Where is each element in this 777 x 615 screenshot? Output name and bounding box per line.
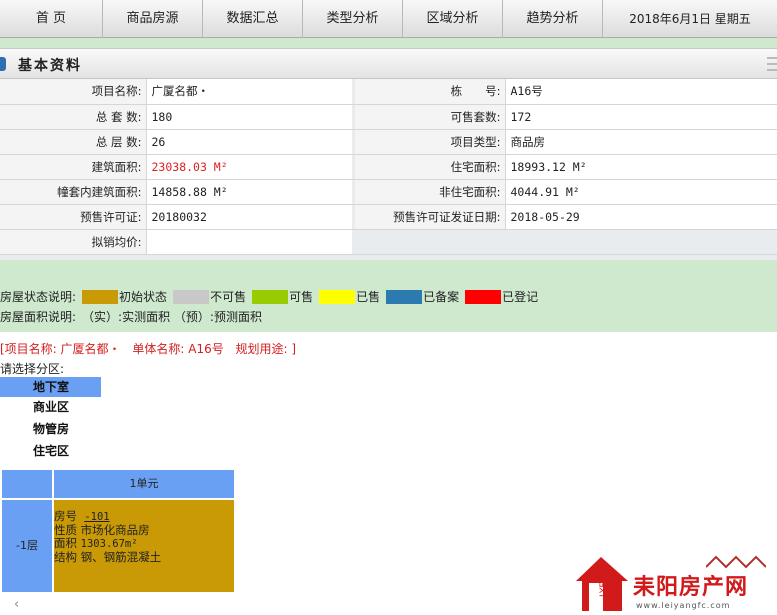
status-initial-label: 初始状态 xyxy=(119,290,168,304)
status-legend-label: 房屋状态说明: xyxy=(0,290,77,304)
building-area-label: 建筑面积: xyxy=(0,154,146,180)
project-type-value: 商品房 xyxy=(504,129,777,155)
collapse-handle-icon[interactable] xyxy=(767,57,777,71)
section-header: 基本资料 xyxy=(0,49,777,79)
watermark-title: 耒阳房产网 xyxy=(633,575,749,600)
status-swatch-initial xyxy=(82,289,119,304)
status-swatch-sold xyxy=(319,289,356,304)
floor-unit-grid: 1单元 -1层 房号 -101 性质 市场化商品房 面积 1303.67m² 结… xyxy=(2,470,234,592)
nav-type-analysis[interactable]: 类型分析 xyxy=(303,0,403,38)
total-units-value: 180 xyxy=(145,104,352,130)
status-filed-label: 已备案 xyxy=(423,290,460,304)
room-nature-label: 性质 xyxy=(54,523,77,537)
status-swatch-sellable xyxy=(252,289,289,304)
status-unsellable-label: 不可售 xyxy=(210,290,247,304)
section-icon xyxy=(0,57,6,71)
project-summary-line: [项目名称: 广厦名都・ 单体名称: A16号 规划用途: ] xyxy=(0,340,304,357)
residential-area-value: 18993.12 M² xyxy=(504,154,777,180)
section-title: 基本资料 xyxy=(18,58,82,74)
nav-listings[interactable]: 商品房源 xyxy=(103,0,203,38)
unit-name-text: 单体名称: A16号 xyxy=(132,342,224,356)
room-nature-value: 市场化商品房 xyxy=(80,523,150,537)
zone-basement[interactable]: 地下室 xyxy=(0,377,101,397)
table-row: 总 层 数: 26 项目类型: 商品房 xyxy=(0,129,777,155)
table-row: 拟销均价: xyxy=(0,229,777,255)
grid-corner xyxy=(2,470,52,498)
table-row: 预售许可证: 20180032 预售许可证发证日期: 2018-05-29 xyxy=(0,204,777,230)
area-legend: 房屋面积说明: （实）:实测面积 （预）:预测面积 xyxy=(0,308,262,325)
nav-summary[interactable]: 数据汇总 xyxy=(203,0,303,38)
room-struct-value: 钢、钢筋混凝土 xyxy=(80,550,162,564)
status-swatch-unsellable xyxy=(173,289,210,304)
permit-date-value: 2018-05-29 xyxy=(504,204,777,230)
status-swatch-filed xyxy=(386,289,423,304)
permit-date-label: 预售许可证发证日期: xyxy=(355,204,505,230)
project-name-text: [项目名称: 广厦名都・ xyxy=(0,342,121,356)
non-residential-area-value: 4044.91 M² xyxy=(504,179,777,205)
room-cell[interactable]: 房号 -101 性质 市场化商品房 面积 1303.67m² 结构 钢、钢筋混凝… xyxy=(54,500,234,592)
basic-info-section: 基本资料 项目名称: 广厦名都・ 栋 号: A16号 总 套 数: 180 可售… xyxy=(0,48,777,260)
zone-commercial[interactable]: 商业区 xyxy=(0,397,101,417)
room-struct-label: 结构 xyxy=(54,550,77,564)
table-row: 总 套 数: 180 可售套数: 172 xyxy=(0,104,777,130)
available-units-label: 可售套数: xyxy=(355,104,505,130)
house-logo-icon: LYFC xyxy=(576,557,628,611)
total-floors-label: 总 层 数: xyxy=(0,129,146,155)
roof-decoration-icon xyxy=(706,555,766,569)
total-units-label: 总 套 数: xyxy=(0,104,146,130)
status-sold-label: 已售 xyxy=(356,290,381,304)
top-nav: 首 页 商品房源 数据汇总 类型分析 区域分析 趋势分析 2018年6月1日 星… xyxy=(0,0,777,38)
status-sellable-label: 可售 xyxy=(289,290,314,304)
total-floors-value: 26 xyxy=(145,129,352,155)
presale-permit-value: 20180032 xyxy=(145,204,352,230)
avg-price-label: 拟销均价: xyxy=(0,229,146,255)
table-row: 项目名称: 广厦名都・ 栋 号: A16号 xyxy=(0,79,777,105)
building-no-value: A16号 xyxy=(504,79,777,105)
building-no-label: 栋 号: xyxy=(355,79,505,105)
nav-region-analysis[interactable]: 区域分析 xyxy=(403,0,503,38)
unit-header: 1单元 xyxy=(54,470,234,498)
zone-select-label: 请选择分区: xyxy=(0,362,65,376)
area-legend-text: （实）:实测面积 （预）:预测面积 xyxy=(82,310,262,324)
nav-home[interactable]: 首 页 xyxy=(0,0,103,38)
project-name-label: 项目名称: xyxy=(0,79,146,105)
status-legend: 房屋状态说明: 初始状态 不可售 可售 已售 已备案 已登记 xyxy=(0,288,538,305)
project-type-label: 项目类型: xyxy=(355,129,505,155)
inner-area-label: 幢套内建筑面积: xyxy=(0,179,146,205)
presale-permit-label: 预售许可证: xyxy=(0,204,146,230)
table-row: 幢套内建筑面积: 14858.88 M² 非住宅面积: 4044.91 M² xyxy=(0,179,777,205)
nav-trend-analysis[interactable]: 趋势分析 xyxy=(503,0,603,38)
table-row: 建筑面积: 23038.03 M² 住宅面积: 18993.12 M² xyxy=(0,154,777,180)
zone-property-mgmt[interactable]: 物管房 xyxy=(0,419,101,439)
site-watermark: LYFC 耒阳房产网 www.leiyangfc.com xyxy=(572,553,772,613)
non-residential-area-label: 非住宅面积: xyxy=(355,179,505,205)
status-swatch-registered xyxy=(465,289,502,304)
svg-text:LYFC: LYFC xyxy=(599,576,609,597)
project-name-value: 广厦名都・ xyxy=(145,79,352,105)
zone-residential[interactable]: 住宅区 xyxy=(0,441,101,461)
inner-area-value: 14858.88 M² xyxy=(145,179,352,205)
avg-price-value xyxy=(145,229,352,255)
room-no-label: 房号 xyxy=(54,509,77,523)
area-legend-label: 房屋面积说明: xyxy=(0,310,77,324)
scroll-left-icon[interactable]: ‹ xyxy=(14,597,19,612)
status-registered-label: 已登记 xyxy=(502,290,539,304)
legend-area: 房屋状态说明: 初始状态 不可售 可售 已售 已备案 已登记 房屋面积说明: （… xyxy=(0,260,777,332)
watermark-url: www.leiyangfc.com xyxy=(636,601,731,610)
divider-bar xyxy=(0,38,777,48)
floor-label: -1层 xyxy=(2,500,52,592)
room-area-label: 面积 xyxy=(54,536,77,550)
available-units-value: 172 xyxy=(504,104,777,130)
room-area-value: 1303.67m² xyxy=(80,538,138,550)
room-no-link[interactable]: -101 xyxy=(84,511,109,523)
info-table: 项目名称: 广厦名都・ 栋 号: A16号 总 套 数: 180 可售套数: 1… xyxy=(0,79,777,255)
current-date: 2018年6月1日 星期五 xyxy=(629,12,751,26)
building-area-value: 23038.03 M² xyxy=(145,154,352,180)
residential-area-label: 住宅面积: xyxy=(355,154,505,180)
planned-use-text: 规划用途: ] xyxy=(235,342,297,356)
